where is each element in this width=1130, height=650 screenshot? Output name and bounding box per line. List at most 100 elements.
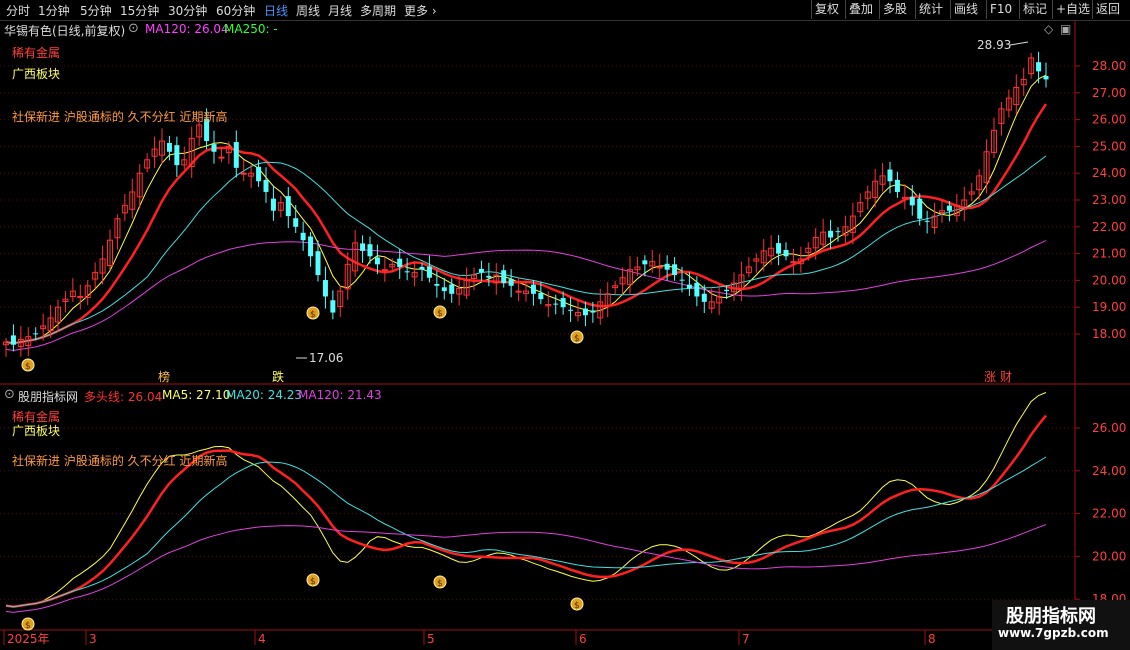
kline-chart[interactable]: 28.00 27.00 26.00 25.00 24.00 23.00 22.00 21.00…: [0, 0, 1130, 650]
date-axis-label: 5: [427, 632, 435, 646]
candle-down: [233, 142, 239, 168]
price-high-label: 28.93: [977, 38, 1011, 52]
stock-title: 华锡有色(日线,前复权): [4, 24, 126, 38]
price-axis-label: 18.00: [1092, 327, 1126, 341]
candle-down: [560, 298, 566, 308]
candle-down: [909, 196, 915, 206]
price-axis-label: 19.00: [1092, 300, 1126, 314]
money-bag-glyph: $: [25, 621, 31, 631]
money-bag-glyph: $: [574, 334, 580, 344]
candle-down: [419, 266, 425, 270]
candle-down: [694, 282, 700, 297]
candle-down: [501, 270, 507, 284]
candle-down: [887, 169, 893, 182]
date-axis-label: 7: [742, 632, 750, 646]
candle-down: [449, 284, 455, 294]
candle-down: [263, 179, 269, 192]
ind-multi-line: [5, 414, 1047, 608]
candle-down: [724, 289, 730, 292]
ind-tag-guangxi: 广西板块: [12, 424, 61, 438]
panel-toggle-icon[interactable]: ▣: [1060, 22, 1071, 36]
candle-down: [568, 309, 574, 311]
candle-down: [701, 293, 707, 302]
candle-down: [33, 333, 39, 335]
candle-down: [330, 300, 336, 313]
candle-down: [478, 268, 484, 273]
candle-down: [672, 264, 678, 276]
candle-up: [790, 261, 797, 264]
ma120-readout: MA120: 26.04: [145, 22, 229, 36]
price-axis-label: 28.00: [1092, 59, 1126, 73]
candle-down: [441, 287, 447, 292]
date-axis-label: 3: [89, 632, 97, 646]
candle-down: [174, 145, 180, 166]
candle-down: [285, 196, 291, 217]
candle-down: [404, 271, 410, 273]
indicator-settings-icon[interactable]: ⊙: [4, 387, 15, 402]
tag-concepts: 社保新进 沪股通标的 久不分红 近期新高: [12, 110, 228, 124]
date-axis-label: 6: [579, 632, 587, 646]
candle-down: [434, 283, 440, 286]
ma20-readout: MA20: 24.23: [226, 388, 303, 402]
candle-down: [322, 280, 328, 297]
candle-down: [828, 230, 834, 238]
ma250-readout: MA250: -: [224, 22, 278, 36]
candle-down: [300, 232, 306, 241]
candle-down: [270, 198, 276, 211]
date-axis-label: 4: [258, 632, 266, 646]
money-bag-glyph: $: [437, 309, 443, 319]
candle-down: [10, 335, 16, 345]
candle-down: [211, 144, 217, 152]
candle-down: [293, 218, 299, 227]
event-marker: 涨: [984, 369, 996, 384]
candle-down: [679, 279, 685, 281]
candle-down: [1036, 62, 1042, 72]
ind-axis-label: 22.00: [1092, 507, 1126, 521]
ind-axis-label: 20.00: [1092, 549, 1126, 563]
candle-up: [515, 290, 522, 293]
candle-down: [924, 220, 930, 222]
price-axis-label: 22.00: [1092, 220, 1126, 234]
candle-up: [218, 156, 225, 159]
multi-line-readout: 多头线: 26.04: [84, 390, 163, 404]
ind-tag-concepts: 社保新进 沪股通标的 久不分红 近期新高: [12, 454, 228, 468]
candle-down: [1043, 75, 1049, 80]
ind-axis-label: 26.00: [1092, 421, 1126, 435]
candle-down: [686, 284, 692, 289]
candle-down: [256, 166, 262, 182]
candle-down: [946, 205, 952, 211]
candle-down: [538, 292, 544, 300]
settings-circle-icon[interactable]: ⊙: [128, 21, 139, 36]
date-axis-label: 8: [928, 632, 936, 646]
price-low-label: 17.06: [309, 351, 343, 365]
date-axis-label: 2025年: [7, 632, 50, 646]
candle-down: [397, 258, 403, 267]
price-axis-label: 21.00: [1092, 247, 1126, 261]
candle-down: [486, 275, 492, 278]
candle-up: [656, 266, 663, 269]
event-marker: 跌: [272, 369, 284, 384]
money-bag-glyph: $: [437, 579, 443, 589]
candle-down: [776, 243, 782, 254]
money-bag-glyph: $: [25, 362, 31, 372]
ma5-readout: MA5: 27.10: [162, 388, 231, 402]
price-axis-label: 25.00: [1092, 139, 1126, 153]
ma120-ind-readout: MA120: 21.43: [298, 388, 382, 402]
candle-down: [917, 198, 923, 219]
indicator-title: 股朋指标网: [18, 390, 79, 404]
high-arrow: [1009, 41, 1029, 46]
price-axis-label: 26.00: [1092, 113, 1126, 127]
money-bag-glyph: $: [310, 310, 316, 320]
price-axis-label: 23.00: [1092, 193, 1126, 207]
candle-down: [508, 279, 514, 286]
candle-down: [308, 236, 314, 257]
candle-down: [582, 308, 588, 316]
watermark-logo: 股朋指标网 www.7gpzb.com: [992, 600, 1130, 650]
candle-down: [783, 249, 789, 257]
money-bag-glyph: $: [574, 601, 580, 611]
ind-axis-label: 24.00: [1092, 464, 1126, 478]
event-marker: 榜: [158, 369, 170, 384]
candle-down: [553, 303, 559, 305]
diamond-icon[interactable]: ◇: [1044, 22, 1053, 36]
price-axis-label: 20.00: [1092, 273, 1126, 287]
